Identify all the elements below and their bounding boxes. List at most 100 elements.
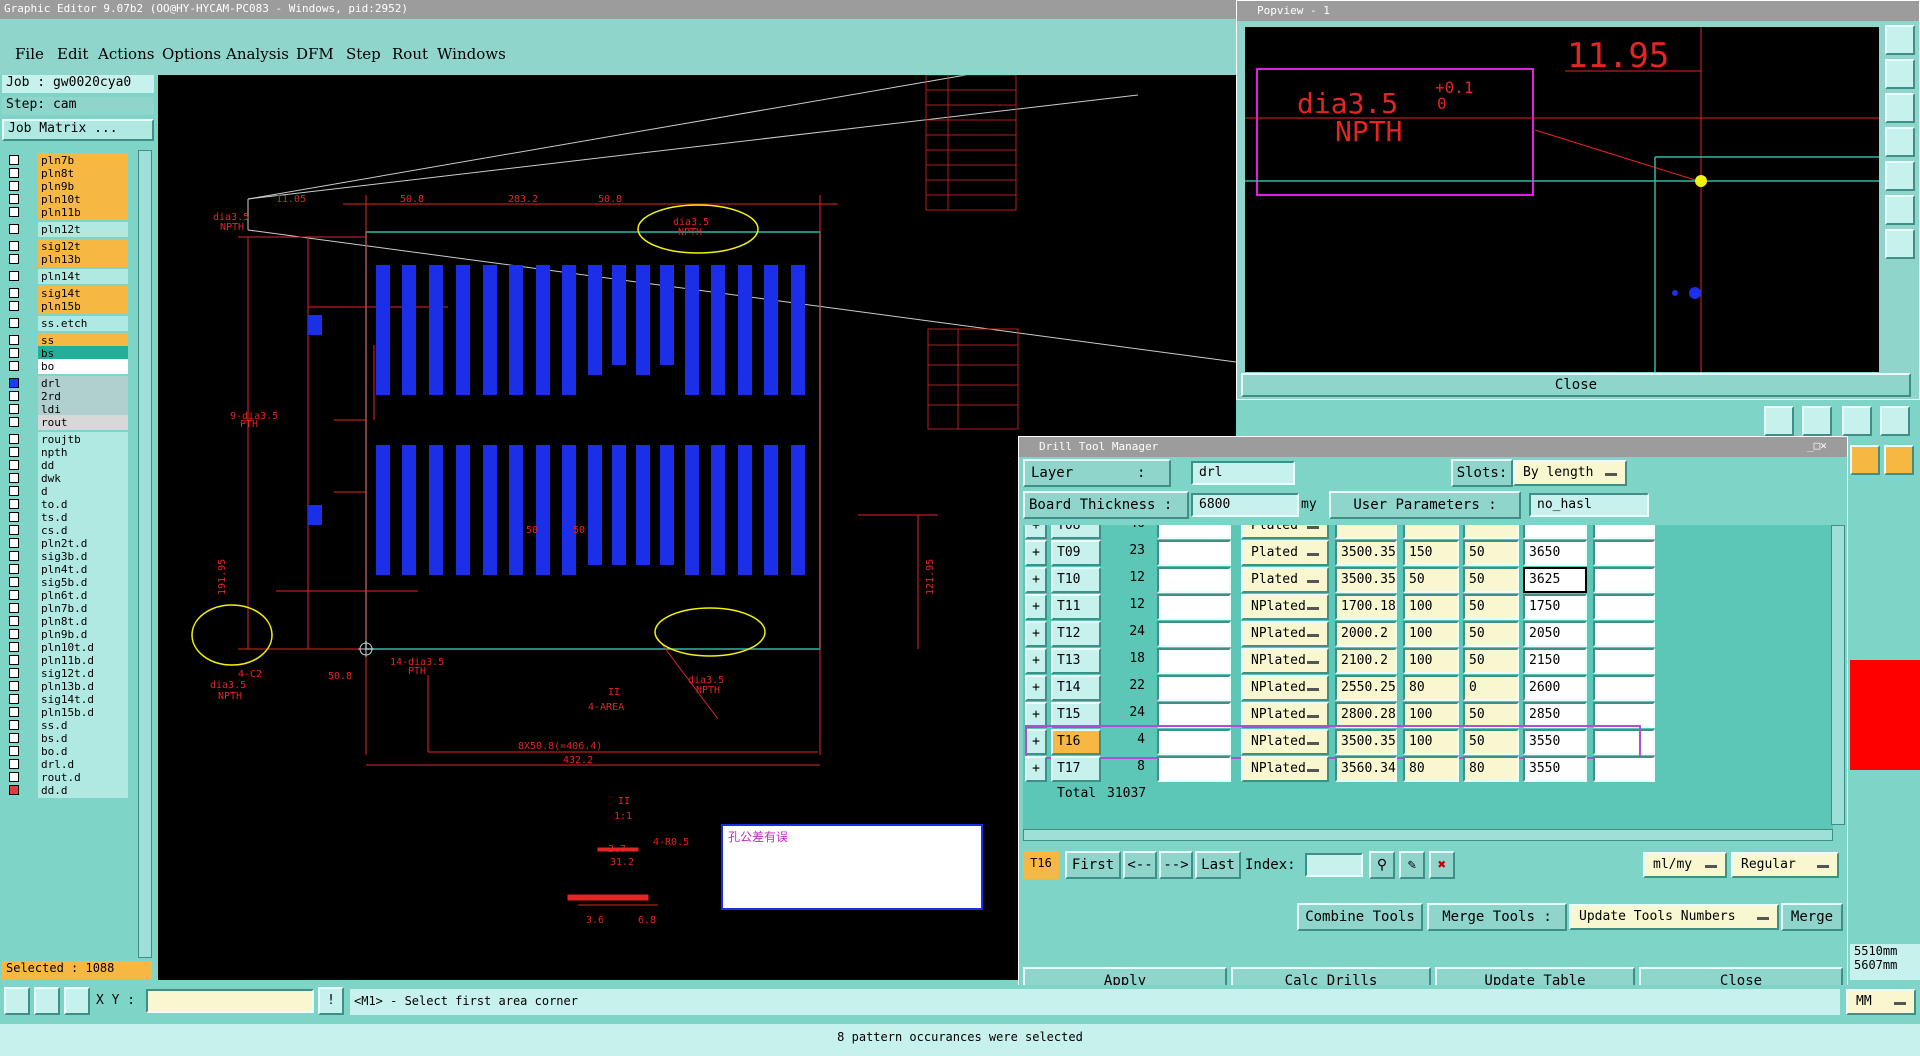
tool-extra-field[interactable] [1157,525,1231,539]
layer-checkbox[interactable] [9,404,19,414]
layer-name[interactable]: rout [38,415,128,430]
expand-icon[interactable]: + [1025,594,1047,620]
tool-extra2-field[interactable] [1593,729,1655,755]
layer-checkbox[interactable] [9,207,19,217]
layer-checkbox[interactable] [9,460,19,470]
tool-drill-field[interactable]: 3550 [1523,756,1587,782]
tool-row[interactable]: + T13 18 NPlated 2100.2 100 50 2150 [1023,648,1833,675]
expand-icon[interactable]: + [1025,702,1047,728]
tool-type-dropdown[interactable]: NPlated [1241,756,1329,782]
layer-row[interactable]: pln12t [6,222,128,237]
tool-tm-field[interactable]: 50 [1463,567,1519,593]
layer-row[interactable]: bo [6,359,128,374]
tool-tp-field[interactable]: 100 [1403,648,1459,674]
zoom-out-icon[interactable] [1885,93,1915,123]
layer-checkbox[interactable] [9,447,19,457]
layer-checkbox[interactable] [9,694,19,704]
index-field[interactable] [1305,853,1363,877]
tool-tp-field[interactable]: 100 [1403,621,1459,647]
tool-type-dropdown[interactable]: NPlated [1241,702,1329,728]
tool-tm-field[interactable]: 0 [1463,675,1519,701]
tool-extra-field[interactable] [1157,702,1231,728]
tool-name[interactable]: T16 [1051,729,1101,755]
tool-name[interactable]: T17 [1051,756,1101,782]
popview-canvas[interactable]: dia3.5 +0.1 0 NPTH 11.95 [1245,27,1879,372]
tool-type-dropdown[interactable]: NPlated [1241,675,1329,701]
tool-extra-field[interactable] [1157,729,1231,755]
tool-tp-field[interactable]: 100 [1403,729,1459,755]
layer-name[interactable]: pln13b [38,252,128,267]
tool-tp-field[interactable]: 80 [1403,675,1459,701]
layer-checkbox[interactable] [9,681,19,691]
layer-field[interactable]: drl [1191,461,1295,485]
tool-tm-field[interactable]: 50 [1463,648,1519,674]
layer-row[interactable]: dd.d [6,783,128,798]
expand-icon[interactable]: + [1025,729,1047,755]
expand-icon[interactable]: + [1025,567,1047,593]
layer-name[interactable]: pln11b [38,205,128,220]
tool-type-dropdown[interactable]: NPlated [1241,594,1329,620]
tool-type-dropdown[interactable]: NPlated [1241,621,1329,647]
text-tool-icon-1[interactable] [1764,406,1794,436]
measure-icon[interactable] [34,987,60,1015]
tool-tm-field[interactable] [1463,525,1519,539]
tool-type-dropdown[interactable]: Plated [1241,540,1329,566]
layer-checkbox[interactable] [9,301,19,311]
job-matrix-button[interactable]: Job Matrix ... [2,119,154,141]
mode-dropdown[interactable]: Regular [1731,852,1839,878]
tool-type-dropdown[interactable]: Plated [1241,567,1329,593]
layer-checkbox[interactable] [9,335,19,345]
layer-row[interactable]: pln15b [6,299,128,314]
layer-checkbox[interactable] [9,551,19,561]
expand-icon[interactable]: + [1025,525,1047,539]
table-hscroll[interactable] [1023,829,1833,841]
zoom-fit-icon[interactable] [1885,25,1915,55]
menu-dfm[interactable]: DFM [296,45,334,63]
tool-finish-field[interactable]: 3500.35 [1335,567,1397,593]
layer-row[interactable]: pln14t [6,269,128,284]
user-params-field[interactable]: no_hasl [1529,493,1649,517]
delete-icon[interactable]: ✖ [1429,851,1455,879]
tool-row[interactable]: + T15 24 NPlated 2800.28 100 50 2850 [1023,702,1833,729]
expand-icon[interactable]: + [1025,621,1047,647]
tool-tm-field[interactable]: 50 [1463,594,1519,620]
layer-row[interactable]: pln11b [6,205,128,220]
layer-checkbox[interactable] [9,720,19,730]
tool-type-dropdown[interactable]: Plated [1241,525,1329,539]
expand-icon[interactable]: + [1025,756,1047,782]
tool-extra2-field[interactable] [1593,756,1655,782]
layer-scrollbar[interactable] [138,150,152,958]
tool-name[interactable]: T12 [1051,621,1101,647]
slots-dropdown[interactable]: By length [1513,460,1627,486]
edit-icon[interactable]: ✎ [1399,851,1425,879]
alert-icon[interactable]: ! [318,987,344,1015]
tool-name[interactable]: T10 [1051,567,1101,593]
layer-checkbox[interactable] [9,564,19,574]
layer-checkbox[interactable] [9,194,19,204]
layer-row[interactable]: pln13b [6,252,128,267]
pan-left-icon[interactable] [1885,127,1915,157]
tool-extra-field[interactable] [1157,594,1231,620]
tool-tp-field[interactable]: 80 [1403,756,1459,782]
menu-windows[interactable]: Windows [437,45,506,63]
layer-checkbox[interactable] [9,616,19,626]
tool-type-dropdown[interactable]: NPlated [1241,648,1329,674]
layer-checkbox[interactable] [9,499,19,509]
tool-name[interactable]: T11 [1051,594,1101,620]
menu-file[interactable]: File [15,45,44,63]
tool-row[interactable]: + T16 4 NPlated 3500.35 100 50 3550 [1023,725,1833,759]
layer-checkbox[interactable] [9,155,19,165]
layer-checkbox[interactable] [9,785,19,795]
menu-rout[interactable]: Rout [392,45,428,63]
tool-type-dropdown[interactable]: NPlated [1241,729,1329,755]
text-tool-icon-4[interactable] [1880,406,1910,436]
next-button[interactable]: --> [1159,851,1193,879]
expand-icon[interactable]: + [1025,675,1047,701]
tool-finish-field[interactable]: 2000.2 [1335,621,1397,647]
units-dropdown[interactable]: ml/my [1643,852,1727,878]
tool-row[interactable]: + T11 12 NPlated 1700.18 100 50 1750 [1023,594,1833,621]
tool-name[interactable]: T15 [1051,702,1101,728]
tool-drill-field[interactable]: 2050 [1523,621,1587,647]
tool-finish-field[interactable]: 3500.35 [1335,729,1397,755]
tool-name[interactable]: T08 [1051,525,1101,539]
